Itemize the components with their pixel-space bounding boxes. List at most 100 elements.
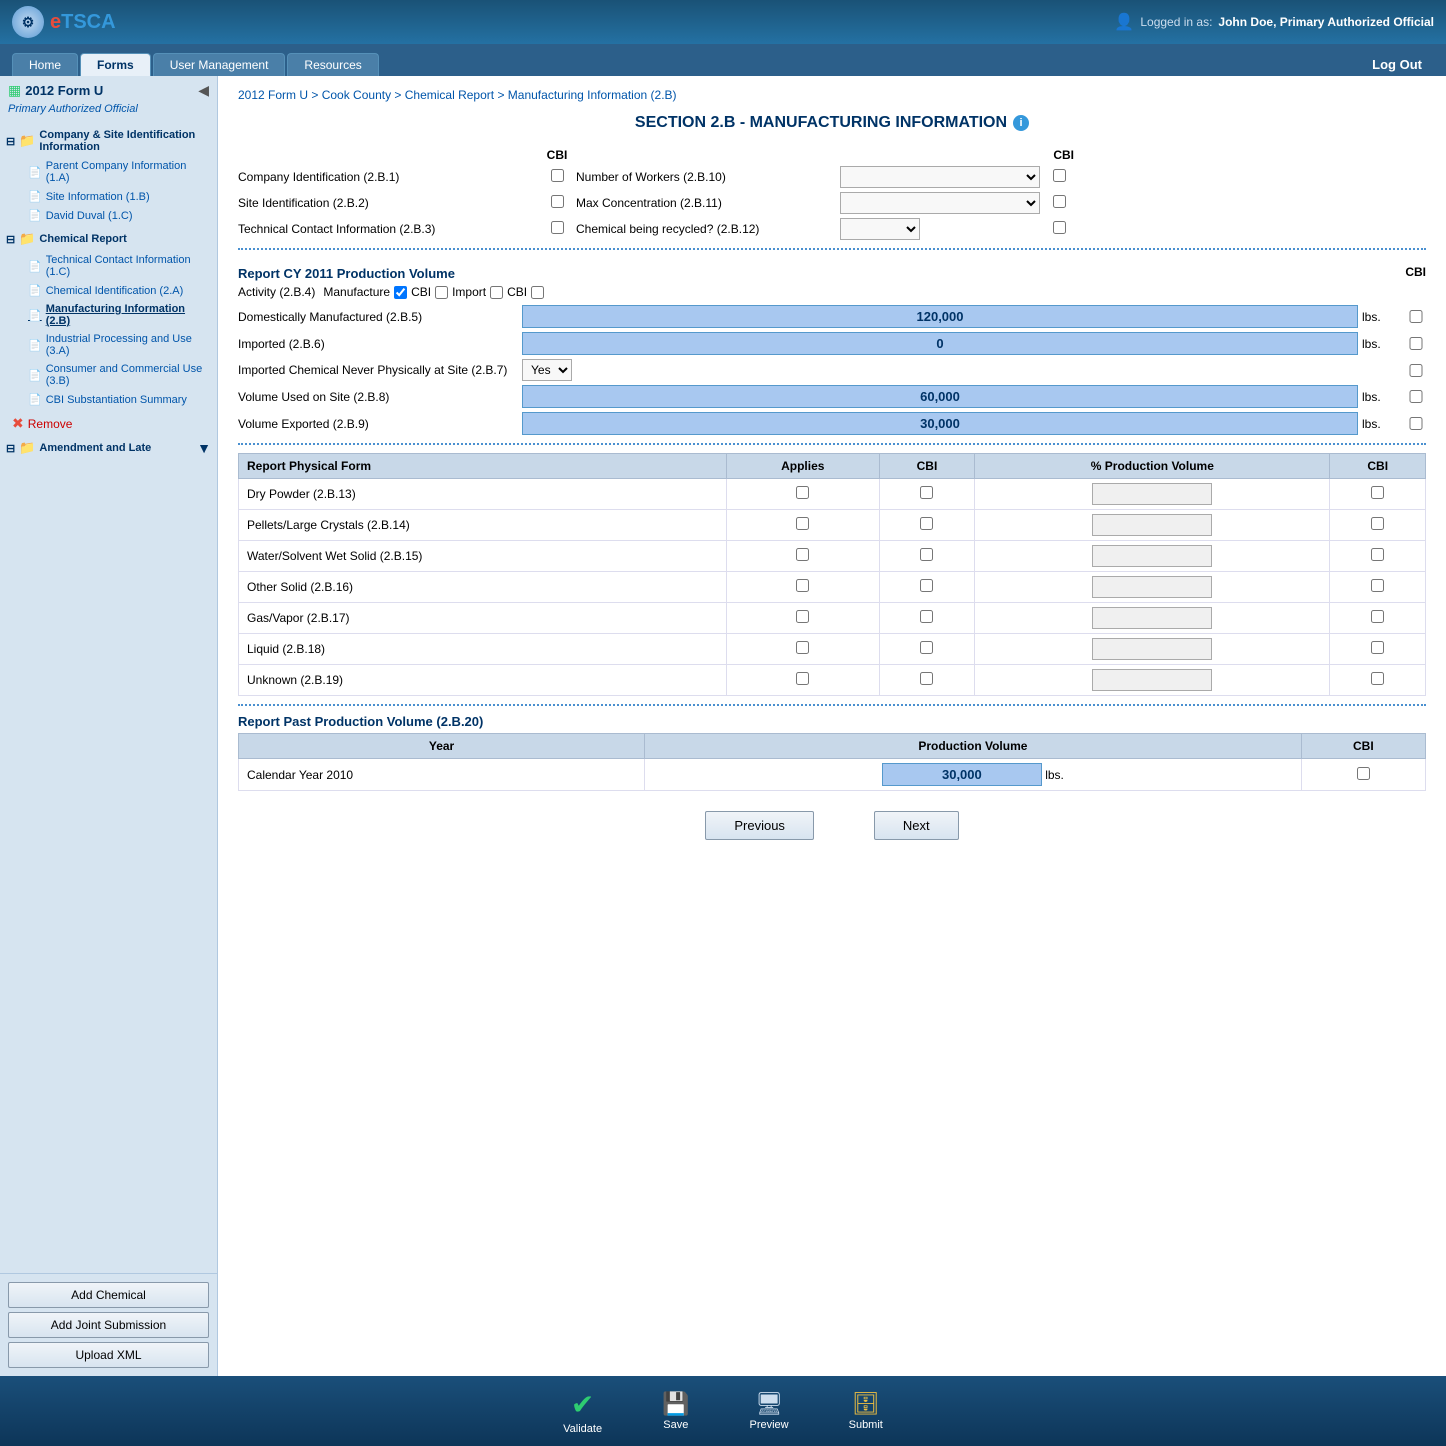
dropdown-2b12[interactable] xyxy=(840,218,1040,240)
cbi-check-2b3[interactable] xyxy=(542,221,572,237)
applies-2b19[interactable] xyxy=(726,665,879,696)
tree-group-chemical-header[interactable]: ⊟ 📁 Chemical Report xyxy=(0,227,217,251)
cbi2-checkbox-2b16[interactable] xyxy=(1371,579,1384,592)
select-2b7[interactable]: Yes No xyxy=(522,359,572,381)
cbi-checkbox-2b13[interactable] xyxy=(920,486,933,499)
upload-xml-button[interactable]: Upload XML xyxy=(8,1342,209,1368)
collapse-button[interactable]: ◀ xyxy=(198,82,209,99)
cbi-checkbox-2b11[interactable] xyxy=(1053,195,1066,208)
select-2b12[interactable] xyxy=(840,218,920,240)
cbi-2b7-checkbox[interactable] xyxy=(1406,364,1426,377)
cbi-check-2b12[interactable] xyxy=(1044,221,1074,237)
cbi2-checkbox-2b17[interactable] xyxy=(1371,610,1384,623)
cbi-2b5-checkbox[interactable] xyxy=(1406,310,1426,323)
cbi2-checkbox-2b14[interactable] xyxy=(1371,517,1384,530)
cbi-past-2010-checkbox[interactable] xyxy=(1357,767,1370,780)
input-past-2010[interactable] xyxy=(882,763,1042,786)
cbi-2b9-checkbox[interactable] xyxy=(1406,417,1426,430)
pct-input-2b17[interactable] xyxy=(1092,607,1212,629)
preview-button[interactable]: 🖥 Preview xyxy=(749,1391,788,1431)
applies-checkbox-2b14[interactable] xyxy=(796,517,809,530)
cbi-2b8-checkbox[interactable] xyxy=(1406,390,1426,403)
applies-checkbox-2b18[interactable] xyxy=(796,641,809,654)
applies-2b13[interactable] xyxy=(726,479,879,510)
input-2b8[interactable] xyxy=(522,385,1358,408)
cbi-checkbox-2b1[interactable] xyxy=(551,169,564,182)
yes-dropdown-2b7[interactable]: Yes No xyxy=(522,359,1358,381)
pct-input-2b18[interactable] xyxy=(1092,638,1212,660)
pct-2b16[interactable] xyxy=(975,572,1330,603)
cbi-check-2b10[interactable] xyxy=(1044,169,1074,185)
cbi2-checkbox-2b15[interactable] xyxy=(1371,548,1384,561)
cbi-checkbox-2b12[interactable] xyxy=(1053,221,1066,234)
pct-input-2b14[interactable] xyxy=(1092,514,1212,536)
next-button[interactable]: Next xyxy=(874,811,959,840)
previous-button[interactable]: Previous xyxy=(705,811,814,840)
applies-2b17[interactable] xyxy=(726,603,879,634)
sidebar-item-parent-company[interactable]: 📄 Parent Company Information (1.A) xyxy=(0,157,217,187)
input-2b6[interactable] xyxy=(522,332,1358,355)
pct-input-2b16[interactable] xyxy=(1092,576,1212,598)
cbi-checkbox-2b10[interactable] xyxy=(1053,169,1066,182)
save-button[interactable]: 💾 Save xyxy=(662,1391,689,1431)
pct-2b18[interactable] xyxy=(975,634,1330,665)
remove-link[interactable]: Remove xyxy=(28,417,73,431)
add-chemical-button[interactable]: Add Chemical xyxy=(8,1282,209,1308)
applies-2b15[interactable] xyxy=(726,541,879,572)
tab-home[interactable]: Home xyxy=(12,53,78,76)
cbi-checkbox-2b2[interactable] xyxy=(551,195,564,208)
sidebar-item-cbi[interactable]: 📄 CBI Substantiation Summary xyxy=(0,390,217,409)
pct-input-2b15[interactable] xyxy=(1092,545,1212,567)
cbi-checkbox-2b3[interactable] xyxy=(551,221,564,234)
cbi-checkbox-2b15[interactable] xyxy=(920,548,933,561)
sidebar-item-chem-id[interactable]: 📄 Chemical Identification (2.A) xyxy=(0,281,217,300)
input-2b5[interactable] xyxy=(522,305,1358,328)
input-2b9[interactable] xyxy=(522,412,1358,435)
cbi2-checkbox-2b19[interactable] xyxy=(1371,672,1384,685)
applies-2b18[interactable] xyxy=(726,634,879,665)
applies-2b16[interactable] xyxy=(726,572,879,603)
cbi-check-2b11[interactable] xyxy=(1044,195,1074,211)
pct-2b14[interactable] xyxy=(975,510,1330,541)
tab-forms[interactable]: Forms xyxy=(80,53,151,76)
cbi-2b17[interactable] xyxy=(879,603,975,634)
sidebar-item-tech-contact[interactable]: 📄 Technical Contact Information (1.C) xyxy=(0,251,217,281)
cbi-2b16[interactable] xyxy=(879,572,975,603)
pct-2b19[interactable] xyxy=(975,665,1330,696)
past-vol-2010[interactable]: lbs. xyxy=(645,759,1302,791)
cbi-checkbox-2b18[interactable] xyxy=(920,641,933,654)
applies-checkbox-2b15[interactable] xyxy=(796,548,809,561)
tab-resources[interactable]: Resources xyxy=(287,53,378,76)
pct-input-2b19[interactable] xyxy=(1092,669,1212,691)
pct-2b17[interactable] xyxy=(975,603,1330,634)
cbi2-checkbox-2b13[interactable] xyxy=(1371,486,1384,499)
cbi-checkbox-2b17[interactable] xyxy=(920,610,933,623)
cbi-2b19[interactable] xyxy=(879,665,975,696)
cbi2-checkbox-2b18[interactable] xyxy=(1371,641,1384,654)
cbi-check-2b1[interactable] xyxy=(542,169,572,185)
sidebar-item-consumer[interactable]: 📄 Consumer and Commercial Use (3.B) xyxy=(0,360,217,390)
logout-button[interactable]: Log Out xyxy=(1360,53,1434,76)
manufacture-checkbox[interactable] xyxy=(394,286,407,299)
cbi-import-checkbox[interactable] xyxy=(531,286,544,299)
cbi-2b18[interactable] xyxy=(879,634,975,665)
cbi-checkbox-2b16[interactable] xyxy=(920,579,933,592)
tab-user-management[interactable]: User Management xyxy=(153,53,286,76)
dropdown-2b10[interactable] xyxy=(840,166,1040,188)
cbi-2b13[interactable] xyxy=(879,479,975,510)
applies-2b14[interactable] xyxy=(726,510,879,541)
applies-checkbox-2b16[interactable] xyxy=(796,579,809,592)
pct-2b15[interactable] xyxy=(975,541,1330,572)
add-joint-submission-button[interactable]: Add Joint Submission xyxy=(8,1312,209,1338)
cbi2-2b18[interactable] xyxy=(1330,634,1426,665)
cbi-manufacture-checkbox[interactable] xyxy=(435,286,448,299)
cbi2-2b15[interactable] xyxy=(1330,541,1426,572)
tree-group-company-header[interactable]: ⊟ 📁 Company & Site Identification Inform… xyxy=(0,125,217,157)
dropdown-2b11[interactable] xyxy=(840,192,1040,214)
pct-input-2b13[interactable] xyxy=(1092,483,1212,505)
validate-button[interactable]: ✔ Validate xyxy=(563,1388,602,1435)
sidebar-item-industrial[interactable]: 📄 Industrial Processing and Use (3.A) xyxy=(0,330,217,360)
cbi2-2b16[interactable] xyxy=(1330,572,1426,603)
import-checkbox[interactable] xyxy=(490,286,503,299)
cbi2-2b13[interactable] xyxy=(1330,479,1426,510)
